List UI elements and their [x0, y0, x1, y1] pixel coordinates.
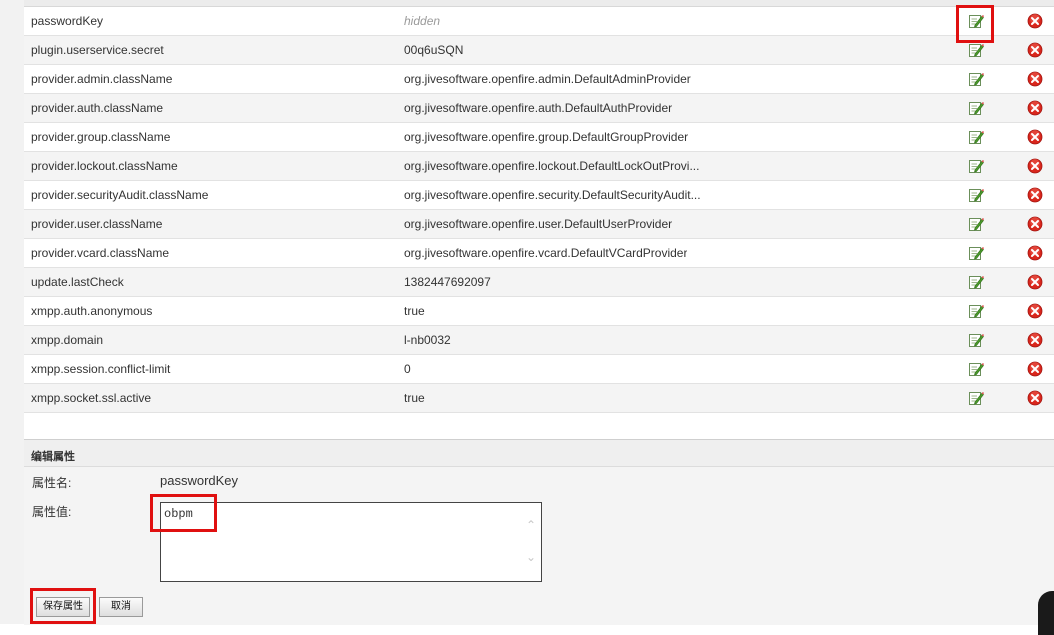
property-value: true	[404, 304, 425, 318]
left-gutter	[0, 0, 24, 624]
edit-panel-header: 编辑属性	[24, 440, 1054, 467]
property-name-label: 属性名:	[32, 476, 72, 490]
property-row: provider.admin.className org.jivesoftware…	[24, 65, 1054, 94]
property-name: passwordKey	[31, 14, 104, 28]
delete-x-icon[interactable]	[1027, 100, 1043, 116]
table-top-strip	[24, 0, 1054, 7]
delete-x-icon[interactable]	[1027, 303, 1043, 319]
edit-pencil-icon[interactable]	[968, 100, 984, 116]
property-name: provider.group.className	[31, 130, 171, 144]
delete-x-icon[interactable]	[1027, 129, 1043, 145]
properties-rows: passwordKey hidden plugin.userservice.sec…	[24, 7, 1054, 413]
delete-x-icon[interactable]	[1027, 332, 1043, 348]
property-value: 0	[404, 362, 411, 376]
cancel-button[interactable]: 取消	[99, 597, 143, 617]
edit-pencil-icon[interactable]	[968, 129, 984, 145]
property-value: 00q6uSQN	[404, 43, 464, 57]
edit-pencil-icon[interactable]	[968, 274, 984, 290]
delete-x-icon[interactable]	[1027, 42, 1043, 58]
property-value: org.jivesoftware.openfire.user.DefaultUs…	[404, 217, 673, 231]
edit-pencil-icon[interactable]	[968, 71, 984, 87]
property-row: provider.securityAudit.className org.jive…	[24, 181, 1054, 210]
save-property-button[interactable]: 保存属性	[36, 597, 90, 617]
property-value: org.jivesoftware.openfire.security.Defau…	[404, 188, 701, 202]
edit-pencil-icon[interactable]	[968, 158, 984, 174]
property-value: true	[404, 391, 425, 405]
edit-pencil-icon[interactable]	[968, 13, 984, 29]
property-row: provider.lockout.className org.jivesoftwa…	[24, 152, 1054, 181]
property-value: l-nb0032	[404, 333, 451, 347]
property-name: provider.admin.className	[31, 72, 173, 86]
property-value-textarea[interactable]: obpm ⌃ ⌄	[160, 502, 542, 582]
edit-property-panel: 编辑属性 属性名: passwordKey 属性值: obpm ⌃ ⌄ 保存属性…	[24, 439, 1054, 635]
delete-x-icon[interactable]	[1027, 274, 1043, 290]
scroll-down-icon[interactable]: ⌄	[526, 550, 536, 565]
edit-pencil-icon[interactable]	[968, 390, 984, 406]
property-value-text: obpm	[164, 507, 193, 521]
property-row: update.lastCheck 1382447692097	[24, 268, 1054, 297]
property-name: xmpp.domain	[31, 333, 104, 347]
property-value: org.jivesoftware.openfire.vcard.DefaultV…	[404, 246, 688, 260]
property-name: provider.lockout.className	[31, 159, 178, 173]
property-name: plugin.userservice.secret	[31, 43, 164, 57]
delete-x-icon[interactable]	[1027, 71, 1043, 87]
property-name: update.lastCheck	[31, 275, 124, 289]
property-name: xmpp.socket.ssl.active	[31, 391, 152, 405]
property-name-value: passwordKey	[160, 473, 239, 488]
property-name: provider.securityAudit.className	[31, 188, 209, 202]
property-name: provider.auth.className	[31, 101, 164, 115]
delete-x-icon[interactable]	[1027, 187, 1043, 203]
property-row: provider.group.className org.jivesoftware…	[24, 123, 1054, 152]
edit-pencil-icon[interactable]	[968, 332, 984, 348]
property-row: provider.auth.className org.jivesoftware.…	[24, 94, 1054, 123]
delete-x-icon[interactable]	[1027, 158, 1043, 174]
delete-x-icon[interactable]	[1027, 245, 1043, 261]
edit-pencil-icon[interactable]	[968, 361, 984, 377]
edit-pencil-icon[interactable]	[968, 245, 984, 261]
property-name: provider.user.className	[31, 217, 163, 231]
scroll-up-icon[interactable]: ⌃	[526, 518, 536, 533]
delete-x-icon[interactable]	[1027, 216, 1043, 232]
property-value: org.jivesoftware.openfire.lockout.Defaul…	[404, 159, 700, 173]
delete-x-icon[interactable]	[1027, 13, 1043, 29]
delete-x-icon[interactable]	[1027, 390, 1043, 406]
property-row: xmpp.auth.anonymous true	[24, 297, 1054, 326]
property-row: xmpp.session.conflict-limit 0	[24, 355, 1054, 384]
property-row: provider.vcard.className org.jivesoftware…	[24, 239, 1054, 268]
corner-scroll-element	[1038, 591, 1054, 635]
property-value: org.jivesoftware.openfire.auth.DefaultAu…	[404, 101, 673, 115]
edit-pencil-icon[interactable]	[968, 303, 984, 319]
property-value: org.jivesoftware.openfire.group.DefaultG…	[404, 130, 689, 144]
property-row: passwordKey hidden	[24, 7, 1054, 36]
property-value: org.jivesoftware.openfire.admin.DefaultA…	[404, 72, 691, 86]
property-value: 1382447692097	[404, 275, 491, 289]
property-name: xmpp.session.conflict-limit	[31, 362, 171, 376]
delete-x-icon[interactable]	[1027, 361, 1043, 377]
property-row: xmpp.socket.ssl.active true	[24, 384, 1054, 413]
property-name: xmpp.auth.anonymous	[31, 304, 153, 318]
edit-pencil-icon[interactable]	[968, 187, 984, 203]
edit-pencil-icon[interactable]	[968, 216, 984, 232]
property-row: provider.user.className org.jivesoftware.…	[24, 210, 1054, 239]
property-value: hidden	[404, 14, 441, 28]
property-name: provider.vcard.className	[31, 246, 170, 260]
edit-pencil-icon[interactable]	[968, 42, 984, 58]
properties-table: passwordKey hidden plugin.userservice.sec…	[24, 0, 1054, 413]
property-row: plugin.userservice.secret 00q6uSQN	[24, 36, 1054, 65]
property-row: xmpp.domain l-nb0032	[24, 326, 1054, 355]
property-value-label: 属性值:	[32, 505, 72, 519]
edit-panel-title: 编辑属性	[31, 451, 75, 463]
